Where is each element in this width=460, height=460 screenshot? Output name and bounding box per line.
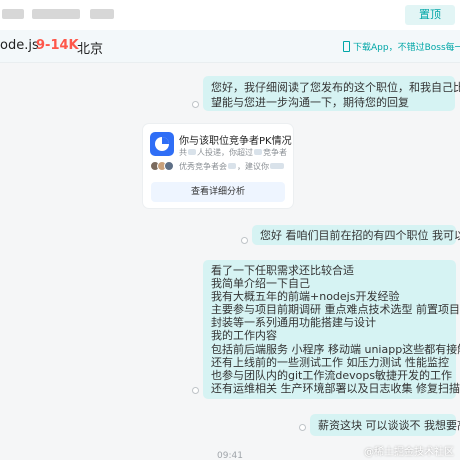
watermark: @稀土掘金技术社区 [364, 447, 454, 458]
pk-card-title: 你与该职位竞争者PK情况 [179, 136, 292, 147]
pk-text: ，建议你 [237, 162, 269, 171]
pk-suggestion-line: 优秀竞争者会 ，建议你 [179, 161, 285, 172]
competitor-pk-card[interactable]: 你与该职位竞争者PK情况 共 人投递，你超过 竞争者 优秀竞争者会 ，建议你 查看详细… [143, 124, 293, 208]
phone-icon [343, 41, 350, 52]
pk-text: 优秀竞争者会 [179, 162, 227, 171]
view-analysis-button[interactable]: 查看详细分析 [151, 182, 285, 202]
message-line: 也参与团队内的git工作流devops敏捷开发的工作 [211, 368, 453, 382]
read-status-icon [192, 101, 199, 108]
avatar [164, 161, 174, 171]
message-line: 包括前后端服务 小程序 移动端 uniapp这些都有接触 [211, 342, 460, 356]
pk-text: 竞争者 [263, 148, 287, 157]
competitor-avatars [150, 161, 178, 171]
read-status-icon [192, 387, 199, 394]
pie-chart-icon [150, 132, 174, 156]
chat-window: 置顶 ode.js 9-14K 北京 下载App，不错过Boss每一条消息 您好… [0, 0, 460, 460]
pk-text: 人投递，你超过 [197, 148, 253, 157]
job-salary: 9-14K [36, 38, 79, 53]
message-line: 您好，我仔细阅读了您发布的这个职位，和我自己比较匹配，希 [211, 81, 460, 94]
message-line: 您好 看咱们目前在招的有四个职位 我可以胜任三个 [260, 229, 460, 242]
chat-message-bubble[interactable]: 薪资这块 可以谈谈不 我想要高一些 [310, 414, 460, 436]
chat-message-bubble[interactable]: 您好 看咱们目前在招的有四个职位 我可以胜任三个 [252, 225, 460, 245]
pin-button[interactable]: 置顶 [405, 5, 455, 25]
message-line: 还有运维相关 生产环境部署以及日志收集 修复扫描漏洞等等 [211, 381, 460, 395]
message-line: 薪资这块 可以谈谈不 我想要高一些 [318, 419, 460, 432]
message-line: 我有大概五年的前端+nodejs开发经验 [211, 290, 400, 304]
redacted-text [2, 9, 24, 19]
job-info-bar[interactable]: ode.js 9-14K 北京 下载App，不错过Boss每一条消息 [0, 30, 460, 63]
read-status-icon [241, 237, 248, 244]
redacted-text [270, 163, 284, 169]
pk-applicants-line: 共 人投递，你超过 竞争者 [179, 147, 287, 158]
chat-header: 置顶 [0, 0, 460, 30]
download-app-text: 下载App，不错过Boss每一条消息 [353, 43, 460, 53]
chat-message-bubble[interactable]: 看了一下任职需求还比较合适 我简单介绍一下自己 我有大概五年的前端+nodejs… [203, 260, 460, 399]
redacted-text [228, 163, 236, 169]
message-line: 我简单介绍一下自己 [211, 277, 310, 291]
redacted-number [188, 149, 196, 155]
download-app-link[interactable]: 下载App，不错过Boss每一条消息 [343, 40, 460, 53]
redacted-text [90, 9, 114, 19]
job-title: ode.js [0, 38, 39, 53]
contact-name-redacted [0, 6, 120, 22]
redacted-number [254, 149, 262, 155]
message-line: 还有上线前的一些测试工作 如压力测试 性能监控 [211, 355, 449, 369]
message-line: 封装等一系列通用功能搭建与设计 [211, 316, 376, 330]
message-line: 主要参与项目前期调研 重点难点技术选型 前置项目脚手架 组件 [211, 303, 460, 317]
job-city: 北京 [77, 42, 104, 57]
message-line: 我的工作内容 [211, 329, 277, 343]
read-status-icon [299, 424, 306, 431]
pk-text: 共 [179, 148, 187, 157]
redacted-text [32, 9, 80, 19]
chat-message-bubble[interactable]: 您好，我仔细阅读了您发布的这个职位，和我自己比较匹配，希 望能与您进一步沟通一下… [203, 76, 460, 111]
message-line: 看了一下任职需求还比较合适 [211, 264, 354, 277]
message-line: 望能与您进一步沟通一下，期待您的回复 [211, 96, 409, 109]
